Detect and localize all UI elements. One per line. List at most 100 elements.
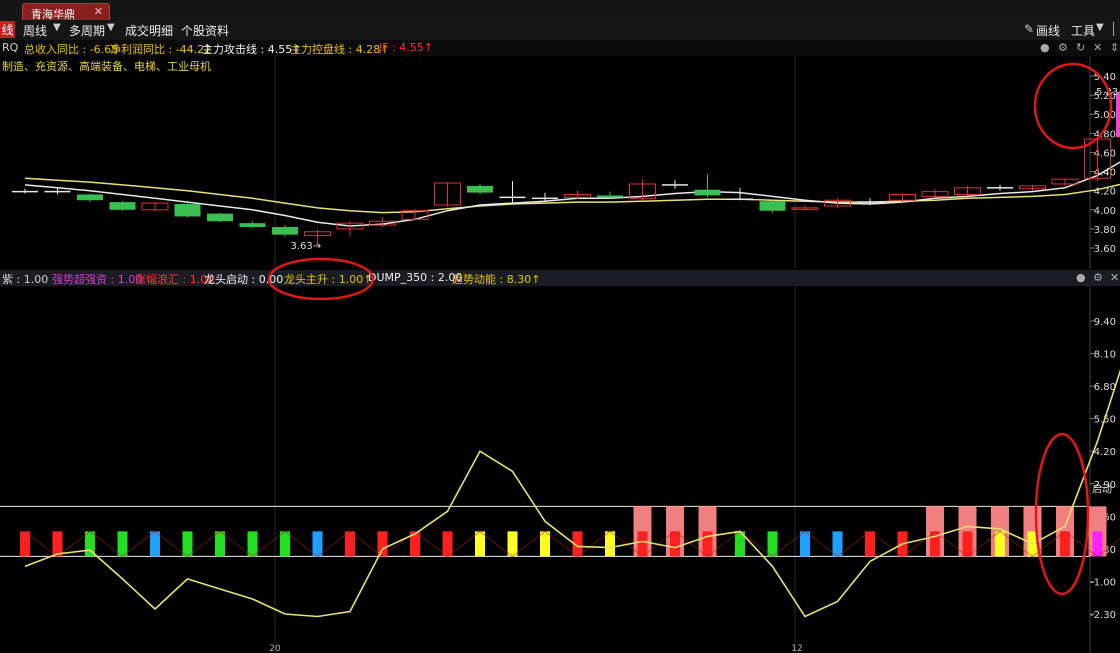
- annotation-circle: [1033, 62, 1113, 150]
- close-icon[interactable]: ✕: [1110, 271, 1119, 284]
- low-price-label: 3.63→: [291, 241, 322, 252]
- toolbar: 线 周线 ▼ 多周期 ▼ 成交明细 个股资料 ✎ 画线 工具 ▼ │: [0, 20, 1120, 41]
- indicator-trend-momentum: 趋势动能 : 8.30↑: [452, 273, 541, 286]
- oscillator-chart[interactable]: 9.408.106.805.504.202.901.600.30-1.00-2.…: [0, 286, 1120, 653]
- indicator-jf: JF : 4.55↑: [379, 41, 433, 54]
- tab-trade-details[interactable]: 成交明细: [125, 22, 173, 39]
- signal-bar: [605, 531, 615, 557]
- signal-bar: [345, 531, 355, 557]
- candle-body: [759, 201, 786, 211]
- signal-bar: [507, 531, 518, 557]
- indicator-prefix: RQ: [2, 41, 19, 54]
- signal-bar: [1092, 531, 1103, 557]
- indicator-strong-capital: 强势超强资 : 1.00: [52, 273, 143, 286]
- candle-body: [987, 187, 1013, 189]
- indicator-leader-start: 龙头启动 : 0.00: [204, 273, 284, 286]
- candle-body: [727, 198, 753, 201]
- refresh-icon[interactable]: ↻: [1076, 41, 1085, 54]
- start-label: 启动: [1092, 483, 1112, 496]
- x-axis-label: 20: [269, 644, 281, 653]
- candle-body: [109, 202, 136, 210]
- candle-body-highlight: [1116, 92, 1120, 138]
- signal-bar: [670, 531, 680, 557]
- candle-body: [239, 223, 266, 227]
- indicator-control-line: 主力控盘线 : 4.28↑: [290, 43, 390, 56]
- tab-kline[interactable]: 线: [0, 21, 15, 38]
- signal-bar: [1060, 531, 1070, 557]
- indicator-purple: 紫 : 1.00: [2, 273, 49, 286]
- price-indicator-bar: RQ 总收入同比 : -6.65 净利润同比 : -44.22 主力攻击线 : …: [0, 40, 1120, 56]
- indicator-attack-line: 主力攻击线 : 4.55↑: [202, 43, 302, 56]
- trend-momentum-line: [24, 369, 1120, 618]
- indicator-leader-rise: 龙头主升 : 1.00↑: [284, 273, 373, 286]
- signal-bar: [800, 531, 810, 557]
- y-tick-label: 4.00: [1094, 206, 1116, 217]
- indicator-dump: DUMP_350 : 2.00: [368, 271, 463, 284]
- tab-bar: 青海华鼎 ✕: [0, 0, 1120, 21]
- settings-dot-icon[interactable]: ●: [1076, 271, 1086, 284]
- pencil-icon[interactable]: ✎: [1024, 22, 1034, 36]
- signal-bar: [540, 531, 550, 557]
- signal-bar: [865, 531, 875, 557]
- candle-body: [174, 204, 201, 217]
- expand-icon[interactable]: ⇕: [1110, 41, 1119, 54]
- candle-body: [207, 213, 233, 222]
- gear-icon[interactable]: ⚙: [1058, 41, 1068, 54]
- signal-bar: [475, 531, 485, 557]
- close-icon[interactable]: ✕: [94, 5, 103, 18]
- signal-bar: [962, 531, 973, 557]
- signal-bar: [247, 531, 258, 557]
- more-icon[interactable]: │: [1110, 22, 1117, 36]
- oscillator-indicator-bar: 紫 : 1.00 强势超强资 : 1.00 涨幅浪汇 : 1.00 龙头启动 :…: [0, 270, 1120, 286]
- candle-body: [662, 184, 688, 186]
- indicator-profit-yoy: 净利润同比 : -44.22: [110, 43, 212, 56]
- gear-icon[interactable]: ⚙: [1093, 271, 1103, 284]
- y-tick-label: 5.00: [1094, 110, 1116, 121]
- signal-bar: [832, 531, 843, 557]
- signal-bar: [215, 531, 225, 557]
- chevron-down-icon[interactable]: ▼: [107, 22, 115, 33]
- candle-body: [694, 189, 721, 196]
- tab-stock-profile[interactable]: 个股资料: [181, 22, 229, 39]
- signal-bar: [20, 531, 30, 557]
- tab-multi-period[interactable]: 多周期: [69, 22, 105, 39]
- candle-body: [272, 226, 298, 235]
- signal-bar: [637, 531, 648, 557]
- signal-bar: [312, 531, 323, 557]
- y-tick-label: 3.80: [1094, 225, 1116, 236]
- tab-weekly[interactable]: 周线: [23, 22, 47, 39]
- candle-body: [532, 197, 558, 200]
- settings-dot-icon[interactable]: ●: [1040, 41, 1050, 54]
- candle-body: [597, 195, 623, 198]
- y-tick-label: 9.40: [1094, 317, 1116, 328]
- signal-bar: [182, 531, 193, 557]
- indicator-revenue-yoy: 总收入同比 : -6.65: [24, 43, 119, 56]
- signal-bar: [150, 531, 160, 557]
- signal-bar: [52, 531, 63, 557]
- signal-bar: [767, 531, 778, 557]
- signal-bar: [442, 531, 453, 557]
- candle-body: [12, 190, 38, 193]
- candle-body: [857, 201, 883, 203]
- x-axis-label: 12: [791, 644, 802, 653]
- indicator-rise-flow: 涨幅浪汇 : 1.00: [135, 273, 215, 286]
- close-icon[interactable]: ✕: [1093, 41, 1102, 54]
- y-tick-label: -2.30: [1090, 610, 1116, 621]
- candle-body: [77, 194, 103, 201]
- chevron-down-icon[interactable]: ▼: [1096, 22, 1104, 33]
- signal-bar: [377, 531, 388, 557]
- signal-bar: [280, 531, 290, 557]
- candle-body: [499, 196, 526, 199]
- y-tick-label: 3.60: [1094, 244, 1116, 255]
- signal-bar: [117, 531, 128, 557]
- candle-body: [44, 190, 71, 193]
- tools-button[interactable]: 工具: [1071, 22, 1095, 39]
- y-tick-label: 8.10: [1094, 350, 1116, 361]
- y-tick-label: 4.20: [1094, 447, 1116, 458]
- candle-body: [467, 185, 493, 193]
- y-tick-label: 6.80: [1094, 382, 1116, 393]
- chevron-down-icon[interactable]: ▼: [53, 22, 61, 33]
- draw-line-button[interactable]: 画线: [1036, 22, 1060, 39]
- price-chart[interactable]: 5.405.205.004.804.604.404.204.003.803.60…: [0, 56, 1120, 269]
- stock-tab[interactable]: 青海华鼎 ✕: [22, 3, 110, 21]
